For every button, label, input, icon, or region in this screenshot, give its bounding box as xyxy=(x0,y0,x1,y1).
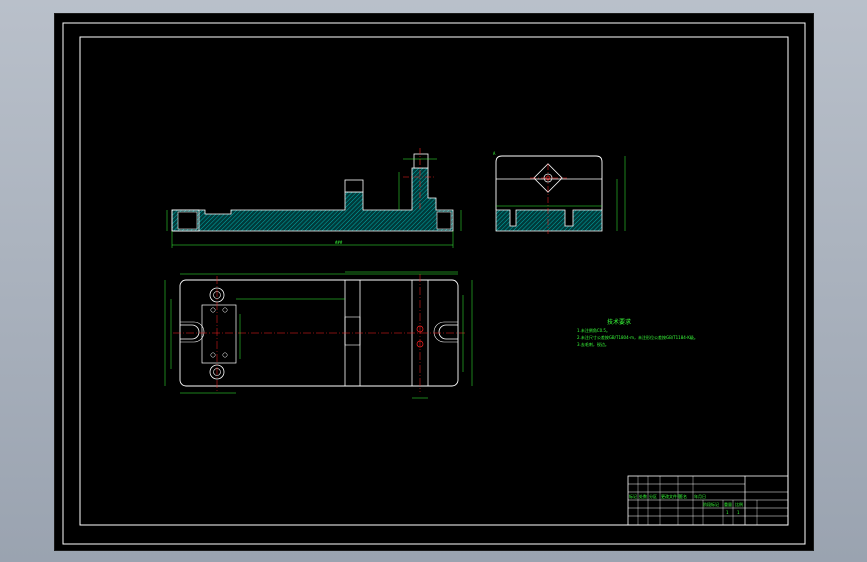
front-view-block-top xyxy=(344,179,364,193)
outer-frame xyxy=(62,22,806,545)
tb-scale-value-1: 1 xyxy=(726,510,729,515)
top-view-locator-block xyxy=(201,304,237,364)
front-view-hatched-section xyxy=(171,167,454,232)
side-view-hatched-base xyxy=(495,209,603,232)
top-view[interactable] xyxy=(164,271,473,399)
tech-req-title: 技术要求 xyxy=(607,318,631,326)
cad-viewport[interactable]: ### A 技术要求 1.未注倒角C0.5。 2.未注尺寸公差按GB/T1804… xyxy=(54,13,814,551)
inner-frame xyxy=(79,36,789,526)
tb-label-date: 年月日 xyxy=(694,493,706,499)
tb-label-weight: 重量 xyxy=(724,501,732,507)
tb-label-zone: 分区 xyxy=(649,493,657,499)
tech-req-line-3: 3.去毛刺，锐边。 xyxy=(577,341,609,347)
top-view-left-slot xyxy=(180,324,200,340)
tb-label-signature: 签名 xyxy=(679,493,687,499)
tech-req-line-2: 2.未注尺寸公差按GB/T1804-m，未注形位公差按GB/T1184-K级。 xyxy=(577,334,698,340)
side-view[interactable]: A xyxy=(493,151,626,234)
tb-label-change-doc: 更改文件号 xyxy=(661,493,681,499)
tb-label-stage: 阶段标记 xyxy=(703,501,719,507)
tb-label-count: 处数 xyxy=(639,493,647,499)
technical-requirements: 技术要求 1.未注倒角C0.5。 2.未注尺寸公差按GB/T1804-m，未注形… xyxy=(577,318,698,347)
front-view-right-hole xyxy=(436,211,452,230)
side-view-outline xyxy=(495,155,603,210)
tb-label-scale: 比例 xyxy=(735,501,743,507)
front-view-overall-length: ### xyxy=(335,240,343,245)
tb-label-mark: 标记 xyxy=(629,493,637,499)
front-view-pin-head xyxy=(413,153,429,169)
front-view-left-hole xyxy=(177,211,198,230)
front-view[interactable]: ### xyxy=(166,148,462,248)
tech-req-line-1: 1.未注倒角C0.5。 xyxy=(577,327,610,333)
title-block[interactable]: 标记 处数 分区 更改文件号 签名 年月日 阶段标记 重量 比例 1 1 xyxy=(627,475,789,526)
cad-drawing: ### A 技术要求 1.未注倒角C0.5。 2.未注尺寸公差按GB/T1804… xyxy=(62,22,806,545)
top-view-right-slot xyxy=(438,324,458,340)
side-view-marker: A xyxy=(493,151,496,156)
tb-scale-value-2: 1 xyxy=(737,510,740,515)
